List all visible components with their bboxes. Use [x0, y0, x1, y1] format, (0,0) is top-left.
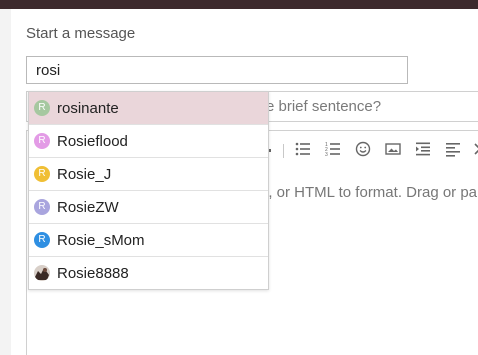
emoji-icon[interactable] — [355, 141, 371, 157]
avatar: R — [34, 166, 50, 182]
editor-placeholder: e, or HTML to format. Drag or pa — [260, 184, 478, 201]
suggestion-item[interactable]: R Rosie_sMom — [29, 224, 268, 257]
subject-placeholder: e brief sentence? — [266, 98, 382, 115]
avatar: R — [34, 100, 50, 116]
suggestion-username: Rosie8888 — [57, 265, 129, 282]
align-left-icon[interactable] — [445, 141, 461, 157]
indent-icon[interactable] — [415, 141, 431, 157]
suggestion-username: Rosieflood — [57, 133, 128, 150]
suggestion-item[interactable]: R Rosie_J — [29, 158, 268, 191]
suggestion-item[interactable]: R rosinante — [29, 92, 268, 125]
top-header-bar — [0, 0, 478, 9]
suggestion-item[interactable]: R Rosieflood — [29, 125, 268, 158]
toolbar-separator — [283, 144, 284, 158]
recipient-suggestions-dropdown: R rosinante R Rosieflood R Rosie_J R Ros… — [28, 91, 269, 290]
bullet-list-icon[interactable] — [295, 141, 311, 157]
more-icon[interactable] — [473, 141, 478, 157]
suggestion-item[interactable]: R RosieZW — [29, 191, 268, 224]
suggestion-item[interactable]: Rosie8888 — [29, 257, 268, 290]
avatar: R — [34, 199, 50, 215]
svg-text:3: 3 — [325, 152, 328, 157]
image-icon[interactable] — [385, 141, 401, 157]
suggestion-username: RosieZW — [57, 199, 119, 216]
recipient-input[interactable]: rosi — [26, 56, 408, 84]
avatar: R — [34, 232, 50, 248]
suggestion-username: Rosie_sMom — [57, 232, 145, 249]
avatar: R — [34, 133, 50, 149]
suggestion-username: rosinante — [57, 100, 119, 117]
photo-avatar-icon — [34, 265, 50, 281]
numbered-list-icon[interactable]: 1 2 3 — [325, 141, 341, 157]
suggestion-username: Rosie_J — [57, 166, 112, 183]
compose-title: Start a message — [26, 25, 136, 42]
